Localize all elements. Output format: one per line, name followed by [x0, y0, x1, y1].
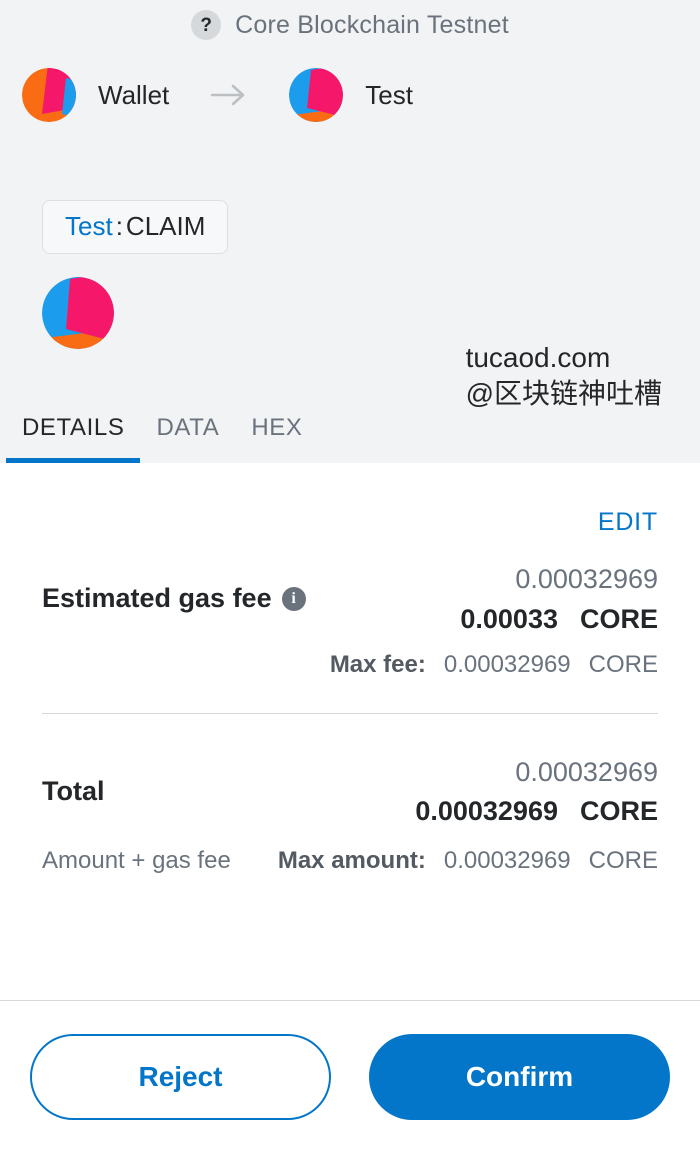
- total-row: Total 0.00032969 0.00032969 CORE Amount …: [42, 714, 658, 876]
- to-account-identicon: [289, 68, 344, 122]
- watermark-line-1: tucaod.com: [465, 342, 611, 373]
- contract-identicon: [42, 276, 114, 349]
- transfer-arrow-wrap: [169, 82, 289, 108]
- network-row: ? Core Blockchain Testnet: [0, 0, 700, 40]
- info-icon[interactable]: i: [281, 586, 306, 611]
- estimated-gas-fee-text: Estimated gas fee: [42, 583, 272, 614]
- from-account-identicon: [22, 68, 76, 122]
- contract-method-pill[interactable]: Test : CLAIM: [42, 200, 229, 254]
- confirm-button[interactable]: Confirm: [369, 1034, 670, 1120]
- network-name: Core Blockchain Testnet: [235, 10, 509, 39]
- max-amount-row: Max amount: 0.00032969 CORE: [278, 847, 658, 875]
- contract-method: CLAIM: [125, 211, 206, 241]
- estimated-gas-fee-label: Estimated gas fee i: [42, 583, 306, 614]
- tab-bar: DETAILS DATA HEX: [0, 401, 700, 463]
- max-fee-label: Max fee:: [329, 650, 426, 678]
- total-subtitle: Amount + gas fee: [42, 847, 231, 875]
- contract-pill-row: Test : CLAIM: [0, 200, 700, 254]
- edit-row: EDIT: [42, 463, 658, 537]
- max-amount-value: 0.00032969: [443, 847, 571, 875]
- transaction-confirmation-page: ? Core Blockchain Testnet Wallet Test Te…: [0, 0, 700, 1153]
- max-fee-amount: 0.00032969: [443, 650, 571, 678]
- gas-fee-native-amount: 0.00033: [460, 603, 558, 634]
- question-mark-icon[interactable]: ?: [191, 10, 222, 40]
- contract-origin: Test: [65, 211, 113, 241]
- gas-fee-native-value-row: 0.00033 CORE: [460, 600, 658, 639]
- tab-hex[interactable]: HEX: [235, 414, 318, 463]
- tab-details[interactable]: DETAILS: [6, 414, 141, 463]
- header-zone: ? Core Blockchain Testnet Wallet Test Te…: [0, 0, 700, 463]
- to-account-name: Test: [365, 79, 413, 110]
- from-account[interactable]: Wallet: [22, 68, 169, 122]
- contract-identicon-row: [0, 276, 700, 349]
- arrow-right-icon: [210, 84, 245, 106]
- to-account[interactable]: Test: [289, 68, 413, 122]
- total-currency: CORE: [579, 796, 658, 827]
- total-native-value-row: 0.00032969 CORE: [415, 792, 658, 831]
- from-account-name: Wallet: [98, 79, 170, 110]
- estimated-gas-fee-row: Estimated gas fee i 0.00032969 0.00033 C…: [42, 537, 658, 679]
- max-fee-currency: CORE: [588, 650, 658, 678]
- details-panel: EDIT Estimated gas fee i 0.00032969 0.00…: [0, 463, 700, 1000]
- total-subtitle-row: Amount + gas fee Max amount: 0.00032969 …: [42, 847, 658, 875]
- estimated-gas-fee-values: 0.00032969 0.00033 CORE: [460, 559, 658, 639]
- max-amount-label: Max amount:: [277, 847, 426, 875]
- gas-fee-fiat-value: 0.00032969: [515, 564, 658, 594]
- action-footer: Reject Confirm: [0, 1000, 700, 1153]
- total-label: Total: [42, 775, 105, 806]
- gas-fee-currency: CORE: [579, 603, 658, 634]
- tab-data[interactable]: DATA: [140, 414, 235, 463]
- total-fiat-value: 0.00032969: [515, 756, 658, 787]
- total-values: 0.00032969 0.00032969 CORE: [415, 752, 658, 832]
- accounts-transfer-row: Wallet Test: [0, 65, 700, 125]
- reject-button[interactable]: Reject: [30, 1034, 331, 1120]
- total-native-amount: 0.00032969: [415, 796, 558, 827]
- contract-separator: :: [115, 211, 123, 241]
- edit-gas-button[interactable]: EDIT: [598, 508, 658, 537]
- max-fee-row: Max fee: 0.00032969 CORE: [42, 651, 658, 679]
- max-amount-currency: CORE: [588, 847, 658, 875]
- total-label-wrap: Total: [42, 776, 105, 807]
